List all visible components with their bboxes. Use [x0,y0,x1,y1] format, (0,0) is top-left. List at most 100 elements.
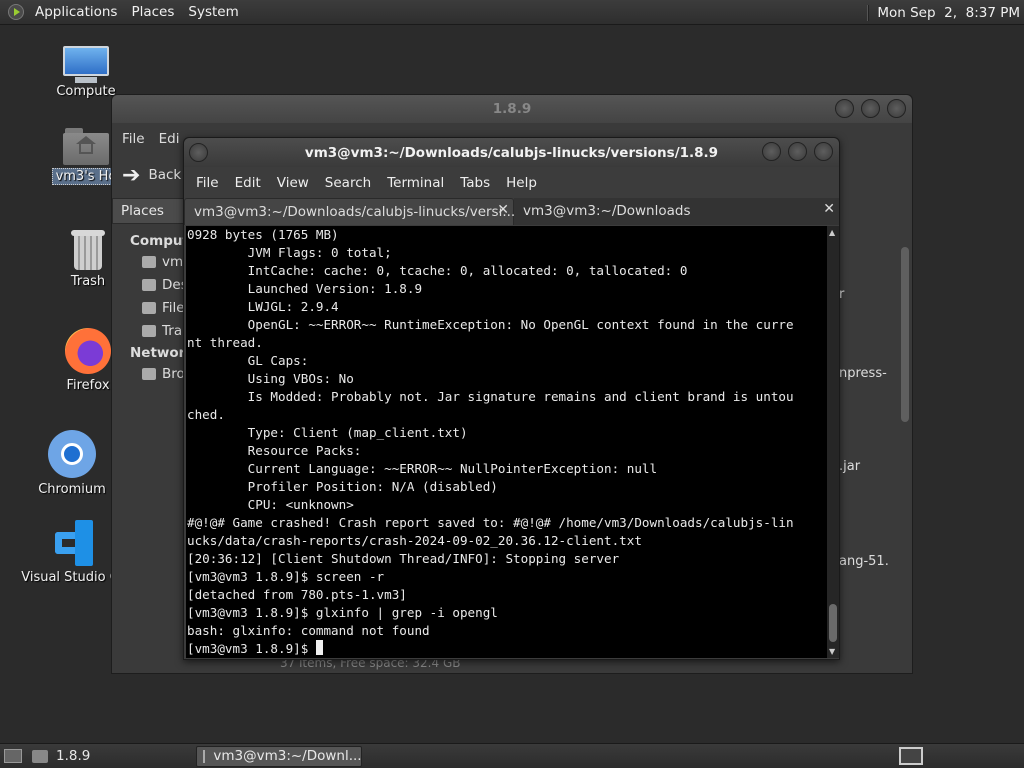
menu-edit[interactable]: Edit [233,175,269,191]
panel-separator [867,4,870,21]
menu-edit[interactable]: Edi [159,131,180,147]
file-manager-titlebar[interactable]: 1.8.9 [112,95,912,123]
network-icon [142,368,156,380]
sidebar-item-label: Tra [162,323,183,339]
menu-tabs[interactable]: Tabs [458,175,498,191]
menu-applications[interactable]: Applications [28,4,124,20]
back-arrow-icon[interactable]: ➔ [122,163,140,188]
menu-terminal[interactable]: Terminal [385,175,452,191]
menu-system[interactable]: System [181,4,245,20]
terminal-line: Current Language: ~~ERROR~~ NullPointerE… [187,461,658,476]
close-button[interactable] [814,142,833,161]
prompt-text: [vm3@vm3 1.8.9]$ [187,641,316,656]
folder-icon [32,749,48,763]
scroll-down-icon[interactable]: ▼ [829,647,835,656]
sidebar-item-label: vm [162,254,184,270]
tab-downloads[interactable]: vm3@vm3:~/Downloads ✕ [514,198,839,225]
scroll-up-icon[interactable]: ▲ [829,228,835,237]
sidebar-item-label: Bro [162,366,185,382]
terminal-line: Launched Version: 1.8.9 [187,281,423,296]
top-menu: Applications Places System [0,0,246,24]
scrollbar-thumb[interactable] [901,247,909,422]
window-controls [762,142,833,161]
taskbar-item-label: 1.8.9 [56,748,91,764]
close-icon[interactable]: ✕ [497,202,509,218]
tab-label: vm3@vm3:~/Downloads [523,203,691,219]
sidebar-item-label: File [162,300,185,316]
clock-text: Mon Sep 2, 8:37 PM [877,4,1020,21]
maximize-button[interactable] [788,142,807,161]
file-name-fragment[interactable]: .jar [839,459,860,474]
terminal-line: GL Caps: [187,353,309,368]
desktop-icon-computer[interactable]: Compute [31,46,141,99]
terminal-tabbar: vm3@vm3:~/Downloads/calubjs-linucks/vers… [184,198,839,225]
terminal-scrollbar[interactable]: ▲ ▼ [827,226,839,658]
scrollbar-thumb[interactable] [829,604,837,642]
workspace-switcher[interactable] [899,747,923,765]
terminal-line: [detached from 780.pts-1.vm3] [187,587,407,602]
back-button[interactable]: Back [148,167,181,183]
terminal-line: CPU: <unknown> [187,497,354,512]
trash-icon [142,325,156,337]
taskbar-item-terminal[interactable]: vm3@vm3:~/Downl... [196,745,363,767]
clock[interactable]: Mon Sep 2, 8:37 PM [867,0,1020,25]
minimize-button[interactable] [835,99,854,118]
terminal-titlebar[interactable]: vm3@vm3:~/Downloads/calubjs-linucks/vers… [184,138,839,167]
terminal-menubar: File Edit View Search Terminal Tabs Help [184,169,839,197]
close-icon[interactable]: ✕ [823,201,835,217]
file-name-fragment[interactable]: npress- [839,366,887,381]
terminal-line: JVM Flags: 0 total; [187,245,392,260]
terminal-line: LWJGL: 2.9.4 [187,299,339,314]
terminal-line: [20:36:12] [Client Shutdown Thread/INFO]… [187,551,620,566]
taskbar-item-file-manager[interactable]: 1.8.9 [26,746,96,767]
filesystem-icon [142,302,156,314]
desktop-icon [142,279,156,291]
applications-logo-icon[interactable] [8,4,24,20]
places-dropdown[interactable]: Places [112,198,192,224]
terminal-window[interactable]: vm3@vm3:~/Downloads/calubjs-linucks/vers… [183,137,840,660]
close-button[interactable] [887,99,906,118]
terminal-line: Type: Client (map_client.txt) [187,425,468,440]
firefox-icon [65,328,111,374]
terminal-line: ched. [187,407,225,422]
trash-icon [71,230,105,272]
terminal-prompt[interactable]: [vm3@vm3 1.8.9]$ [187,640,827,658]
terminal-line: bash: glxinfo: command not found [187,623,430,638]
home-folder-icon [63,128,109,166]
tab-label: vm3@vm3:~/Downloads/calubjs-linucks/vers… [194,204,516,220]
menu-view[interactable]: View [275,175,317,191]
window-title: vm3@vm3:~/Downloads/calubjs-linucks/vers… [304,145,719,161]
top-panel: Applications Places System Mon Sep 2, 8:… [0,0,1024,25]
menu-file[interactable]: File [122,131,145,147]
terminal-line: Resource Packs: [187,443,362,458]
terminal-line: #@!@# Game crashed! Crash report saved t… [187,515,794,530]
terminal-line: Profiler Position: N/A (disabled) [187,479,498,494]
terminal-line: OpenGL: ~~ERROR~~ RuntimeException: No O… [187,317,794,332]
terminal-line: Using VBOs: No [187,371,354,386]
terminal-line: [vm3@vm3 1.8.9]$ screen -r [187,569,385,584]
maximize-button[interactable] [861,99,880,118]
window-title: 1.8.9 [492,101,532,117]
menu-places[interactable]: Places [124,4,181,20]
bottom-panel: 1.8.9 vm3@vm3:~/Downl... [0,743,1024,768]
terminal-icon [203,749,206,763]
terminal-line: ucks/data/crash-reports/crash-2024-09-02… [187,533,642,548]
show-desktop-icon[interactable] [4,749,22,763]
file-name-fragment[interactable]: ang-51. [839,554,889,569]
file-manager-scrollbar[interactable] [900,235,910,650]
minimize-button[interactable] [762,142,781,161]
window-controls [835,99,906,118]
terminal-line: Is Modded: Probably not. Jar signature r… [187,389,794,404]
menu-file[interactable]: File [194,175,227,191]
chromium-icon [48,430,96,478]
menu-search[interactable]: Search [323,175,379,191]
taskbar-item-label: vm3@vm3:~/Downl... [213,748,362,764]
terminal-line: nt thread. [187,335,263,350]
computer-icon [63,46,109,83]
text-cursor [315,640,323,655]
terminal-line: IntCache: cache: 0, tcache: 0, allocated… [187,263,688,278]
vscode-icon [51,520,97,566]
menu-help[interactable]: Help [504,175,545,191]
tab-versions[interactable]: vm3@vm3:~/Downloads/calubjs-linucks/vers… [184,198,516,225]
terminal-output[interactable]: 0928 bytes (1765 MB) JVM Flags: 0 total;… [186,226,827,658]
